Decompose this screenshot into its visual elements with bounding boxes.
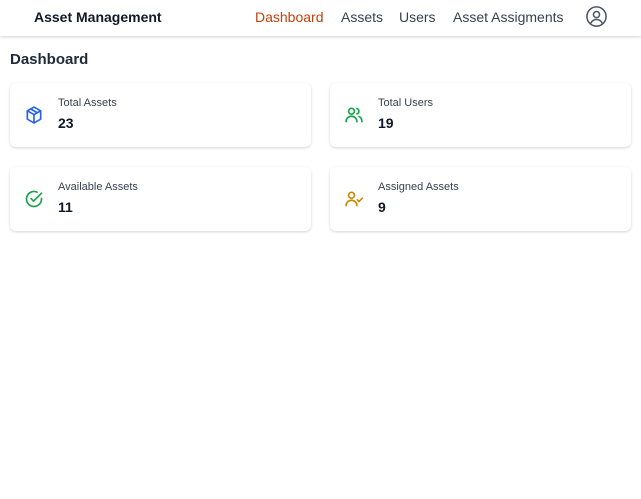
stat-label: Available Assets <box>58 181 138 193</box>
app-brand[interactable]: Asset Management <box>34 9 162 25</box>
stat-value: 19 <box>378 115 394 131</box>
user-circle-icon[interactable] <box>585 5 608 28</box>
stat-card-total-users: Total Users 19 <box>330 83 631 147</box>
cube-icon <box>26 106 42 124</box>
user-check-icon <box>345 191 364 207</box>
nav-link-dashboard[interactable]: Dashboard <box>255 9 324 25</box>
stat-card-total-assets: Total Assets 23 <box>10 83 311 147</box>
nav-link-asset-assignments[interactable]: Asset Assigments <box>453 9 564 25</box>
stat-value: 23 <box>58 115 74 131</box>
stat-value: 9 <box>378 199 386 215</box>
page-title: Dashboard <box>10 51 89 68</box>
check-circle-icon <box>25 190 43 208</box>
stat-label: Assigned Assets <box>378 181 459 193</box>
stat-card-available-assets: Available Assets 11 <box>10 167 311 231</box>
stat-label: Total Users <box>378 97 434 109</box>
top-navbar: Asset Management Dashboard Assets Users … <box>0 0 641 36</box>
stat-label: Total Assets <box>58 97 117 109</box>
users-icon <box>345 107 363 123</box>
stat-card-assigned-assets: Assigned Assets 9 <box>330 167 631 231</box>
stat-value: 11 <box>58 199 73 215</box>
nav-link-assets[interactable]: Assets <box>341 9 383 25</box>
nav-link-users[interactable]: Users <box>399 9 436 25</box>
